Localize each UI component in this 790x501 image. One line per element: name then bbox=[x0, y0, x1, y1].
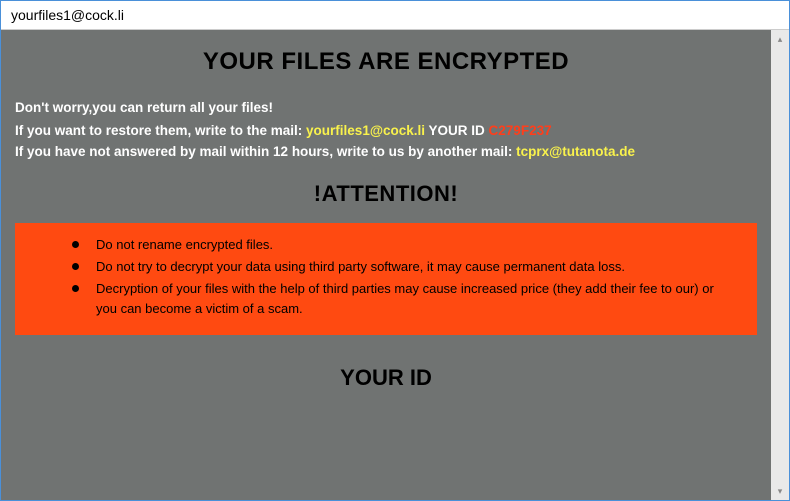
line-restore-prefix: If you want to restore them, write to th… bbox=[15, 123, 306, 138]
primary-email: yourfiles1@cock.li bbox=[306, 123, 425, 138]
secondary-email: tcprx@tutanota.de bbox=[516, 144, 635, 159]
vertical-scrollbar[interactable]: ▴ ▾ bbox=[771, 30, 789, 500]
heading-your-id: YOUR ID bbox=[15, 365, 757, 391]
your-id-label: YOUR ID bbox=[429, 123, 489, 138]
heading-encrypted: YOUR FILES ARE ENCRYPTED bbox=[15, 48, 757, 76]
list-item: Do not try to decrypt your data using th… bbox=[70, 257, 722, 277]
warning-box: Do not rename encrypted files. Do not tr… bbox=[15, 223, 757, 336]
ransom-note-body: YOUR FILES ARE ENCRYPTED Don't worry,you… bbox=[1, 30, 771, 500]
list-item: Do not rename encrypted files. bbox=[70, 235, 722, 255]
info-lines: Don't worry,you can return all your file… bbox=[15, 98, 757, 163]
list-item: Decryption of your files with the help o… bbox=[70, 279, 722, 319]
your-id-value: C279F237 bbox=[489, 123, 552, 138]
scroll-down-button[interactable]: ▾ bbox=[771, 482, 789, 500]
line-restore: If you want to restore them, write to th… bbox=[15, 121, 757, 142]
line-alt-mail: If you have not answered by mail within … bbox=[15, 142, 757, 163]
window-frame: yourfiles1@cock.li YOUR FILES ARE ENCRYP… bbox=[0, 0, 790, 501]
window-title: yourfiles1@cock.li bbox=[11, 7, 124, 23]
window-titlebar[interactable]: yourfiles1@cock.li bbox=[1, 1, 789, 30]
warning-list: Do not rename encrypted files. Do not tr… bbox=[70, 235, 722, 320]
line-alt-prefix: If you have not answered by mail within … bbox=[15, 144, 516, 159]
line-dont-worry: Don't worry,you can return all your file… bbox=[15, 98, 757, 119]
scroll-up-button[interactable]: ▴ bbox=[771, 30, 789, 48]
content-wrap: YOUR FILES ARE ENCRYPTED Don't worry,you… bbox=[1, 30, 789, 500]
scroll-track[interactable] bbox=[771, 48, 789, 482]
heading-attention: !ATTENTION! bbox=[15, 181, 757, 207]
